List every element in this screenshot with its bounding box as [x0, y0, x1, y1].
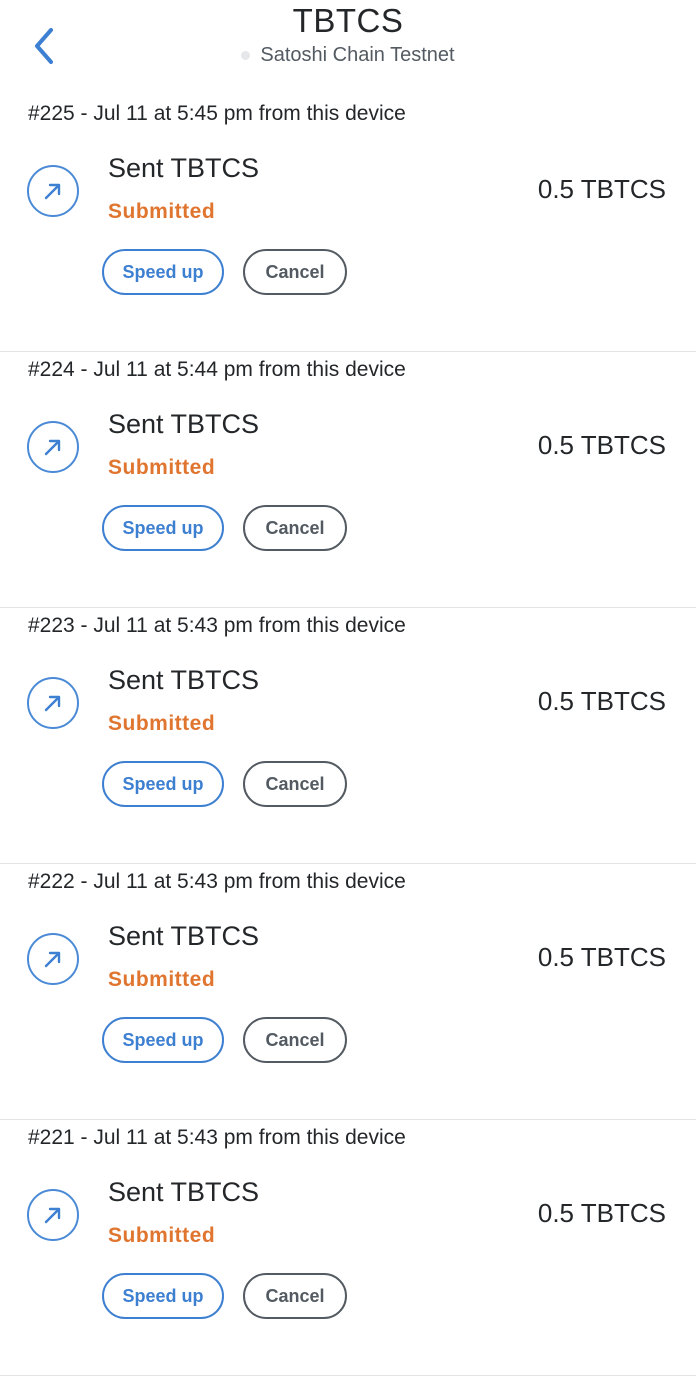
transaction-item[interactable]: #222 - Jul 11 at 5:43 pm from this devic… [0, 864, 696, 1120]
transaction-type: Sent TBTCS [108, 409, 260, 439]
arrow-up-right-icon [27, 421, 79, 473]
speed-up-button[interactable]: Speed up [102, 1273, 224, 1319]
cancel-button[interactable]: Cancel [243, 249, 347, 295]
transaction-type: Sent TBTCS [108, 153, 260, 183]
transaction-meta: #221 - Jul 11 at 5:43 pm from this devic… [28, 1126, 406, 1149]
speed-up-button[interactable]: Speed up [102, 249, 224, 295]
cancel-button[interactable]: Cancel [243, 505, 347, 551]
arrow-up-right-icon [27, 165, 79, 217]
transaction-item[interactable]: #221 - Jul 11 at 5:43 pm from this devic… [0, 1120, 696, 1376]
speed-up-button[interactable]: Speed up [102, 761, 224, 807]
arrow-up-right-icon [27, 1189, 79, 1241]
transaction-meta: #224 - Jul 11 at 5:44 pm from this devic… [28, 358, 406, 381]
status-badge: Submitted [108, 968, 216, 991]
transaction-meta: #225 - Jul 11 at 5:45 pm from this devic… [28, 102, 406, 125]
transaction-item[interactable]: #225 - Jul 11 at 5:45 pm from this devic… [0, 96, 696, 352]
transaction-amount: 0.5 TBTCS [537, 1198, 666, 1228]
status-badge: Submitted [108, 456, 216, 479]
network-name: Satoshi Chain Testnet [260, 44, 455, 66]
network-status-dot [241, 51, 251, 60]
transaction-type: Sent TBTCS [108, 921, 260, 951]
transaction-amount: 0.5 TBTCS [537, 686, 666, 716]
transaction-meta: #222 - Jul 11 at 5:43 pm from this devic… [28, 870, 406, 893]
transaction-list: #225 - Jul 11 at 5:45 pm from this devic… [0, 96, 696, 1376]
transaction-amount: 0.5 TBTCS [537, 174, 666, 204]
transaction-type: Sent TBTCS [108, 665, 260, 695]
cancel-button[interactable]: Cancel [243, 1017, 347, 1063]
arrow-up-right-icon [27, 677, 79, 729]
header: TBTCS Satoshi Chain Testnet [0, 0, 696, 96]
transaction-item[interactable]: #224 - Jul 11 at 5:44 pm from this devic… [0, 352, 696, 608]
page-title: TBTCS [292, 2, 404, 39]
status-badge: Submitted [108, 712, 216, 735]
transaction-item[interactable]: #223 - Jul 11 at 5:43 pm from this devic… [0, 608, 696, 864]
network-indicator: Satoshi Chain Testnet [0, 44, 696, 67]
cancel-button[interactable]: Cancel [243, 1273, 347, 1319]
speed-up-button[interactable]: Speed up [102, 505, 224, 551]
arrow-up-right-icon [27, 933, 79, 985]
cancel-button[interactable]: Cancel [243, 761, 347, 807]
speed-up-button[interactable]: Speed up [102, 1017, 224, 1063]
transaction-type: Sent TBTCS [108, 1177, 260, 1207]
transaction-amount: 0.5 TBTCS [537, 430, 666, 460]
status-badge: Submitted [108, 1224, 216, 1247]
transaction-amount: 0.5 TBTCS [537, 942, 666, 972]
status-badge: Submitted [108, 200, 216, 223]
transaction-meta: #223 - Jul 11 at 5:43 pm from this devic… [28, 614, 406, 637]
